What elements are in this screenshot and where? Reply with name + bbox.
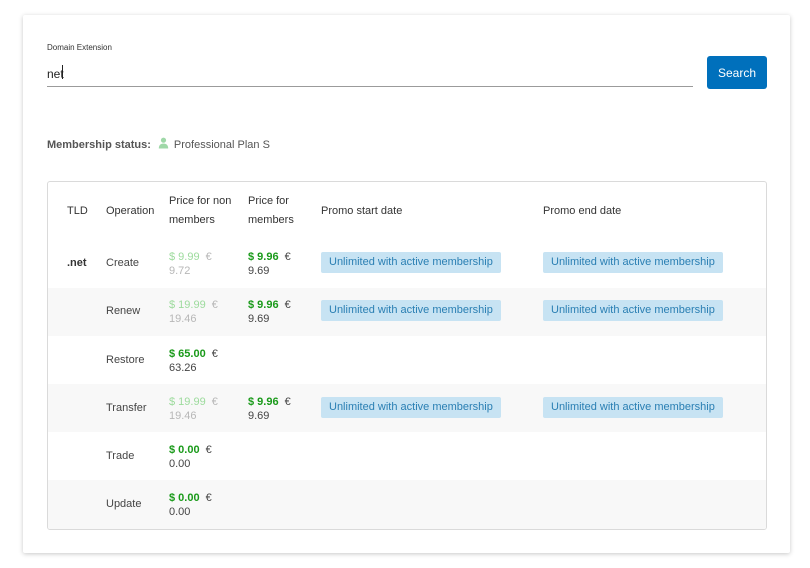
euro-symbol: € — [284, 396, 291, 408]
price-eur: 9.69 — [248, 265, 270, 277]
promo-start-badge: Unlimited with active membership — [321, 397, 501, 418]
price-usd: $ 9.96 — [248, 299, 279, 311]
header-promo-end: Promo end date — [543, 205, 622, 217]
table-row: Transfer $ 19.99 € 19.46 $ 9.96 € 9.69 Unl… — [48, 384, 766, 432]
price-members: $ 9.96 € 9.69 — [248, 395, 318, 423]
euro-symbol: € — [205, 444, 212, 456]
euro-symbol: € — [205, 492, 212, 504]
price-usd: $ 19.99 — [169, 299, 206, 311]
promo-end-badge: Unlimited with active membership — [543, 300, 723, 321]
header-price-non-members-line2: members — [169, 214, 215, 226]
header-price-non-members: Price for non members — [169, 192, 231, 230]
price-eur: 19.46 — [169, 410, 197, 422]
euro-symbol: € — [211, 396, 218, 408]
header-promo-start: Promo start date — [321, 205, 403, 217]
price-non-members: $ 19.99 € 19.46 — [169, 298, 239, 326]
promo-end-badge: Unlimited with active membership — [543, 252, 723, 273]
tld-cell: .net — [67, 257, 87, 269]
operation-cell: Create — [106, 257, 140, 269]
header-price-non-members-line1: Price for non — [169, 195, 232, 207]
header-operation: Operation — [106, 205, 155, 217]
price-non-members: $ 0.00 € 0.00 — [169, 443, 239, 471]
price-members: $ 9.96 € 9.69 — [248, 298, 318, 326]
table-row: Renew $ 19.99 € 19.46 $ 9.96 € 9.69 Unlimi… — [48, 288, 766, 336]
pricing-table: TLD Operation Price for non members Pric… — [47, 181, 767, 530]
promo-start-badge: Unlimited with active membership — [321, 252, 501, 273]
membership-status-label: Membership status: — [47, 139, 151, 151]
price-non-members: $ 65.00 € 63.26 — [169, 347, 239, 375]
table-row: Restore $ 65.00 € 63.26 — [48, 336, 766, 384]
euro-symbol: € — [211, 299, 218, 311]
table-row: .net Create $ 9.99 € 9.72 $ 9.96 € 9.69 Un… — [48, 240, 766, 288]
price-members: $ 9.96 € 9.69 — [248, 250, 318, 278]
price-usd: $ 65.00 — [169, 348, 206, 360]
table-row: Trade $ 0.00 € 0.00 — [48, 432, 766, 480]
price-non-members: $ 9.99 € 9.72 — [169, 250, 239, 278]
domain-pricing-card: Domain Extension Search Membership statu… — [23, 15, 790, 553]
domain-extension-input[interactable] — [47, 62, 693, 87]
promo-end-badge: Unlimited with active membership — [543, 397, 723, 418]
price-usd: $ 19.99 — [169, 396, 206, 408]
operation-cell: Update — [106, 498, 142, 510]
operation-cell: Renew — [106, 305, 141, 317]
price-eur: 0.00 — [169, 458, 191, 470]
price-usd: $ 9.96 — [248, 396, 279, 408]
price-eur: 9.69 — [248, 410, 270, 422]
membership-status: Membership status: Professional Plan S — [47, 137, 270, 151]
text-caret — [62, 65, 63, 79]
table-header: TLD Operation Price for non members Pric… — [48, 182, 766, 240]
domain-extension-label: Domain Extension — [47, 43, 112, 52]
search-button[interactable]: Search — [707, 56, 767, 89]
promo-start-badge: Unlimited with active membership — [321, 300, 501, 321]
header-price-members: Price for members — [248, 192, 294, 230]
euro-symbol: € — [205, 251, 212, 263]
price-usd: $ 0.00 — [169, 444, 200, 456]
header-price-members-line1: Price for — [248, 195, 289, 207]
price-non-members: $ 19.99 € 19.46 — [169, 395, 239, 423]
price-eur: 9.69 — [248, 313, 270, 325]
membership-plan-name: Professional Plan S — [173, 139, 270, 151]
price-eur: 63.26 — [169, 362, 197, 374]
price-usd: $ 9.99 — [169, 251, 200, 263]
price-usd: $ 9.96 — [248, 251, 279, 263]
euro-symbol: € — [284, 299, 291, 311]
euro-symbol: € — [211, 348, 218, 360]
operation-cell: Trade — [106, 450, 135, 462]
operation-cell: Restore — [106, 354, 145, 366]
table-row: Update $ 0.00 € 0.00 — [48, 480, 766, 529]
price-eur: 0.00 — [169, 506, 191, 518]
header-tld: TLD — [67, 205, 88, 217]
price-non-members: $ 0.00 € 0.00 — [169, 491, 239, 519]
price-eur: 19.46 — [169, 313, 197, 325]
euro-symbol: € — [284, 251, 291, 263]
price-usd: $ 0.00 — [169, 492, 200, 504]
operation-cell: Transfer — [106, 402, 147, 414]
price-eur: 9.72 — [169, 265, 191, 277]
user-icon — [158, 137, 169, 149]
header-price-members-line2: members — [248, 214, 294, 226]
